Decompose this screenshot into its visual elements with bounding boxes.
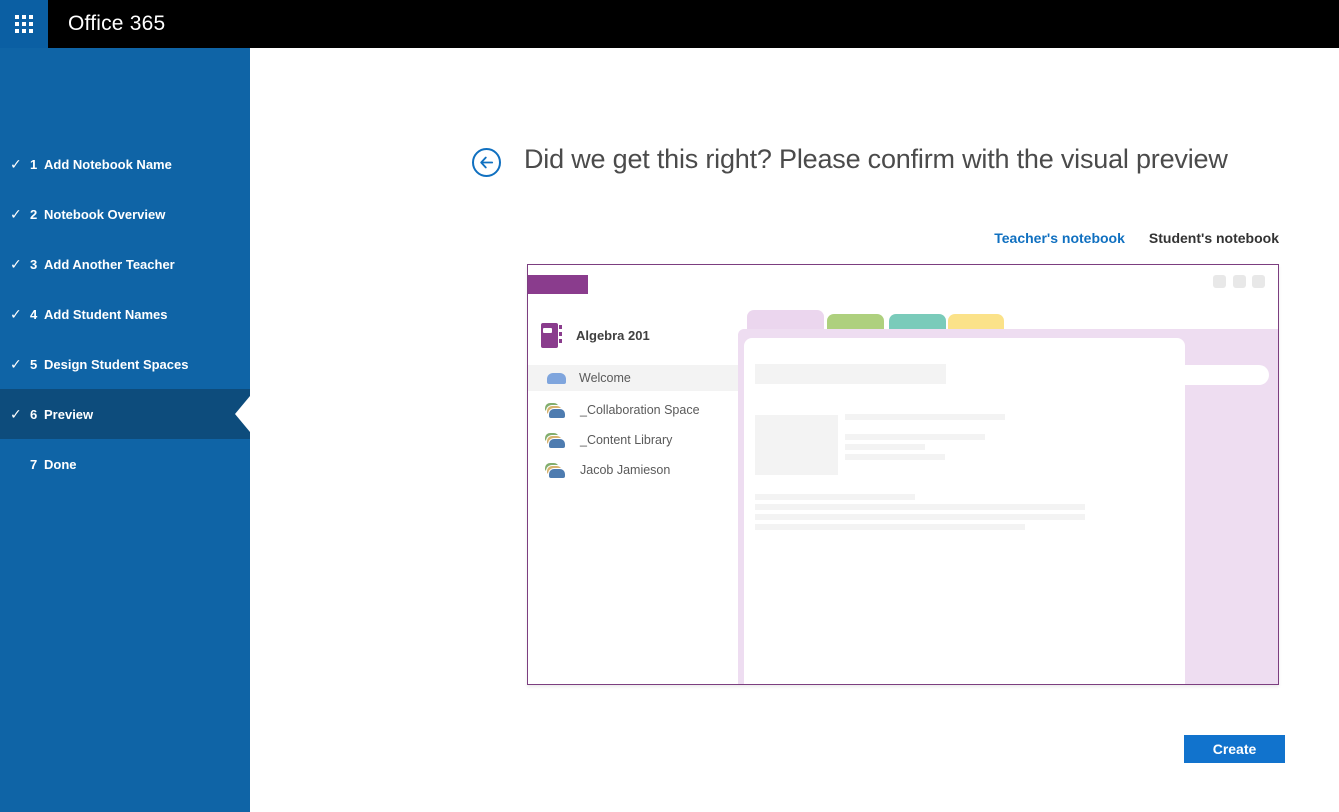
window-control-icon bbox=[1213, 275, 1226, 288]
window-control-icon bbox=[1233, 275, 1246, 288]
wizard-step-list: ✓ 1 Add Notebook Name ✓ 2 Notebook Overv… bbox=[0, 139, 250, 489]
step-add-student-names[interactable]: ✓ 4 Add Student Names bbox=[0, 289, 250, 339]
step-number: 4 bbox=[30, 306, 38, 322]
section-row-content-library: _Content Library bbox=[528, 427, 738, 453]
app-launcher-icon bbox=[15, 15, 33, 33]
check-icon: ✓ bbox=[10, 405, 22, 422]
placeholder-text-line bbox=[845, 414, 1005, 420]
placeholder-text-line bbox=[755, 504, 1085, 510]
create-button[interactable]: Create bbox=[1184, 735, 1285, 763]
placeholder-text-line bbox=[755, 524, 1025, 530]
placeholder-image bbox=[755, 415, 838, 475]
placeholder-text-line bbox=[845, 454, 945, 460]
placeholder-page-title bbox=[755, 364, 946, 384]
suite-title: Office 365 bbox=[68, 12, 166, 35]
step-number: 2 bbox=[30, 206, 38, 222]
step-notebook-overview[interactable]: ✓ 2 Notebook Overview bbox=[0, 189, 250, 239]
section-group-icon bbox=[545, 462, 567, 478]
preview-tab-bar: Teacher's notebook Student's notebook bbox=[527, 230, 1279, 246]
wizard-sidebar: ✓ 1 Add Notebook Name ✓ 2 Notebook Overv… bbox=[0, 48, 250, 812]
mock-section-tab-yellow bbox=[948, 314, 1004, 329]
check-icon: ✓ bbox=[10, 155, 22, 172]
step-label: Preview bbox=[44, 406, 94, 422]
section-row-welcome: Welcome bbox=[528, 365, 738, 391]
step-done[interactable]: 7 Done bbox=[0, 439, 250, 489]
mock-section-tab-green bbox=[827, 314, 884, 329]
notebook-preview-panel: Algebra 201 Welcome _Collaboration Space… bbox=[527, 264, 1279, 685]
section-label: Jacob Jamieson bbox=[580, 463, 671, 477]
page: Office 365 ✓ 1 Add Notebook Name ✓ 2 Not… bbox=[0, 0, 1339, 812]
step-number: 1 bbox=[30, 156, 38, 172]
mock-section-tab-active bbox=[747, 310, 824, 329]
mock-page-list-item bbox=[1185, 365, 1269, 385]
section-row-jacob-jamieson: Jacob Jamieson bbox=[528, 457, 738, 483]
section-label: Welcome bbox=[579, 371, 631, 385]
placeholder-text-line bbox=[845, 444, 925, 450]
step-preview[interactable]: ✓ 6 Preview bbox=[0, 389, 250, 439]
back-arrow-icon bbox=[480, 156, 494, 169]
placeholder-text-line bbox=[755, 514, 1085, 520]
placeholder-text-line bbox=[755, 494, 915, 500]
mock-page bbox=[744, 338, 1185, 684]
notebook-icon bbox=[541, 323, 562, 348]
step-add-notebook-name[interactable]: ✓ 1 Add Notebook Name bbox=[0, 139, 250, 189]
placeholder-text-line bbox=[845, 434, 985, 440]
active-step-notch bbox=[235, 396, 250, 432]
step-label: Notebook Overview bbox=[44, 206, 166, 222]
step-label: Design Student Spaces bbox=[44, 356, 189, 372]
step-number: 7 bbox=[30, 456, 38, 472]
section-row-collaboration-space: _Collaboration Space bbox=[528, 397, 738, 423]
step-number: 5 bbox=[30, 356, 38, 372]
tab-students-notebook[interactable]: Student's notebook bbox=[1149, 230, 1279, 246]
step-label: Add Notebook Name bbox=[44, 156, 172, 172]
section-group-icon bbox=[545, 432, 567, 448]
check-icon: ✓ bbox=[10, 355, 22, 372]
tab-teachers-notebook[interactable]: Teacher's notebook bbox=[994, 230, 1125, 246]
step-design-student-spaces[interactable]: ✓ 5 Design Student Spaces bbox=[0, 339, 250, 389]
section-group-icon bbox=[545, 402, 567, 418]
notebook-header: Algebra 201 bbox=[541, 323, 650, 348]
section-icon bbox=[547, 372, 566, 384]
check-icon: ✓ bbox=[10, 205, 22, 222]
section-label: _Collaboration Space bbox=[580, 403, 700, 417]
window-control-icon bbox=[1252, 275, 1265, 288]
mock-section-tab-teal bbox=[889, 314, 946, 329]
check-icon: ✓ bbox=[10, 305, 22, 322]
onenote-brand-block bbox=[528, 275, 588, 294]
notebook-name: Algebra 201 bbox=[576, 328, 650, 343]
step-number: 3 bbox=[30, 256, 38, 272]
step-number: 6 bbox=[30, 406, 38, 422]
page-title: Did we get this right? Please confirm wi… bbox=[524, 144, 1228, 174]
step-label: Add Another Teacher bbox=[44, 256, 175, 272]
step-add-another-teacher[interactable]: ✓ 3 Add Another Teacher bbox=[0, 239, 250, 289]
step-label: Add Student Names bbox=[44, 306, 168, 322]
step-label: Done bbox=[44, 456, 77, 472]
section-label: _Content Library bbox=[580, 433, 673, 447]
app-launcher-button[interactable] bbox=[0, 0, 48, 48]
suite-bar: Office 365 bbox=[0, 0, 1339, 48]
back-button[interactable] bbox=[472, 148, 501, 177]
check-icon: ✓ bbox=[10, 255, 22, 272]
